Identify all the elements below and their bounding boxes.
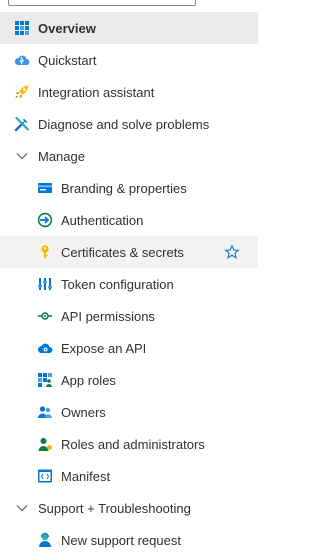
nav-group-manage[interactable]: Manage bbox=[0, 140, 258, 172]
key-icon bbox=[37, 244, 53, 260]
nav-item-certificates[interactable]: Certificates & secrets bbox=[0, 236, 258, 268]
nav-item-owners[interactable]: Owners bbox=[0, 396, 258, 428]
nav-item-label: Certificates & secrets bbox=[61, 244, 184, 260]
nav-item-authentication[interactable]: Authentication bbox=[0, 204, 258, 236]
nav-item-label: Quickstart bbox=[38, 52, 97, 68]
token-bars-icon bbox=[37, 276, 53, 292]
card-icon bbox=[37, 180, 53, 196]
code-file-icon bbox=[37, 468, 53, 484]
nav-item-label: Owners bbox=[61, 404, 106, 420]
nav-item-label: Manifest bbox=[61, 468, 111, 484]
nav-item-label: Roles and administrators bbox=[61, 436, 205, 452]
nav-item-label: App roles bbox=[61, 372, 116, 388]
app-roles-grid-icon bbox=[37, 372, 53, 388]
nav-item-token-configuration[interactable]: Token configuration bbox=[0, 268, 258, 300]
person-admin-icon bbox=[37, 436, 53, 452]
person-support-icon bbox=[37, 532, 53, 548]
nav-item-label: Branding & properties bbox=[61, 180, 187, 196]
cloud-api-icon bbox=[37, 340, 53, 356]
nav-item-label: Expose an API bbox=[61, 340, 147, 356]
chevron-down-icon[interactable] bbox=[15, 149, 29, 163]
nav-item-expose-api[interactable]: Expose an API bbox=[0, 332, 258, 364]
api-arrow-icon bbox=[37, 308, 53, 324]
nav-group-label: Manage bbox=[38, 148, 85, 164]
people-icon bbox=[37, 404, 53, 420]
nav-item-diagnose[interactable]: Diagnose and solve problems bbox=[0, 108, 258, 140]
nav-group-label: Support + Troubleshooting bbox=[38, 500, 191, 516]
nav-item-branding[interactable]: Branding & properties bbox=[0, 172, 258, 204]
rocket-icon bbox=[14, 84, 30, 100]
nav-item-quickstart[interactable]: Quickstart bbox=[0, 44, 258, 76]
nav-item-new-support-request[interactable]: New support request bbox=[0, 524, 258, 556]
nav-item-label: API permissions bbox=[61, 308, 155, 324]
nav-item-label: Authentication bbox=[61, 212, 144, 228]
search-input[interactable] bbox=[8, 0, 196, 6]
wrench-icon bbox=[14, 116, 30, 132]
auth-arrow-icon bbox=[37, 212, 53, 228]
cloud-icon bbox=[14, 52, 30, 68]
star-icon[interactable] bbox=[224, 244, 240, 260]
nav-item-overview[interactable]: Overview bbox=[0, 12, 258, 44]
chevron-down-icon[interactable] bbox=[15, 501, 29, 515]
nav-item-label: Token configuration bbox=[61, 276, 174, 292]
nav-item-app-roles[interactable]: App roles bbox=[0, 364, 258, 396]
nav-item-api-permissions[interactable]: API permissions bbox=[0, 300, 258, 332]
nav-item-label: New support request bbox=[61, 532, 181, 548]
nav-item-integration-assistant[interactable]: Integration assistant bbox=[0, 76, 258, 108]
nav-group-support[interactable]: Support + Troubleshooting bbox=[0, 492, 258, 524]
grid-icon bbox=[14, 20, 30, 36]
nav-item-label: Integration assistant bbox=[38, 84, 155, 100]
nav-item-label: Overview bbox=[38, 20, 96, 36]
nav-item-label: Diagnose and solve problems bbox=[38, 116, 210, 132]
app-navigation: Overview Quickstart Integration assistan… bbox=[0, 12, 258, 556]
nav-item-manifest[interactable]: Manifest bbox=[0, 460, 258, 492]
nav-item-roles-administrators[interactable]: Roles and administrators bbox=[0, 428, 258, 460]
